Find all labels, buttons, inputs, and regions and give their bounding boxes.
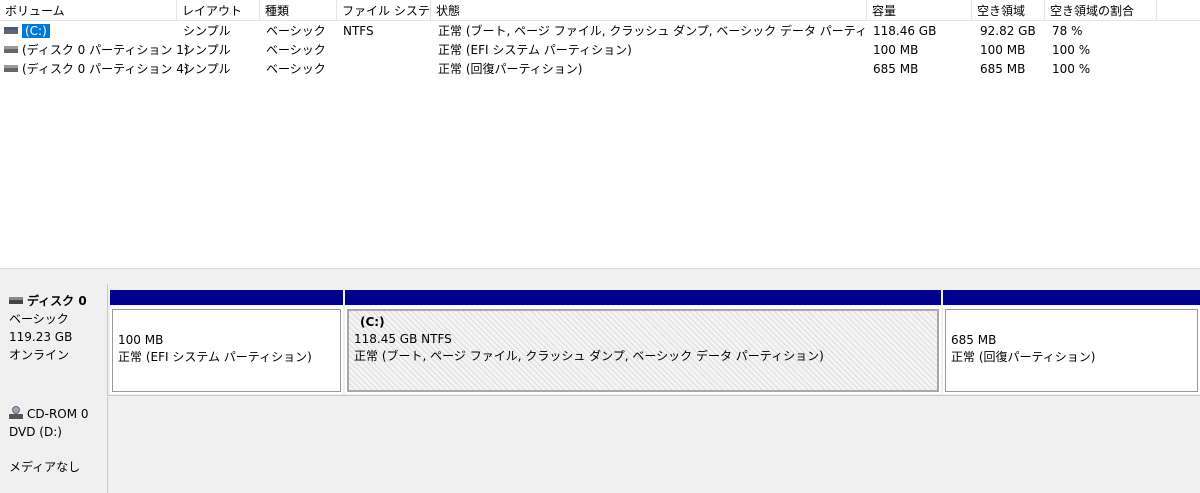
partition-body: (C:) 118.45 GB NTFS 正常 (ブート, ページ ファイル, ク… [347, 309, 939, 392]
partition-size: 100 MB [118, 333, 164, 347]
disk-0-size: 119.23 GB [9, 330, 73, 344]
volume-layout: シンプル [183, 24, 231, 38]
volume-icon [4, 27, 18, 34]
volume-free: 685 MB [980, 62, 1026, 76]
column-header-capacity[interactable]: 容量 [867, 0, 972, 21]
partition-size: 685 MB [951, 333, 997, 347]
column-header-type[interactable]: 種類 [260, 0, 337, 21]
partition-status: 正常 (回復パーティション) [951, 350, 1096, 364]
partition-recovery[interactable]: 685 MB 正常 (回復パーティション) [943, 290, 1200, 394]
volume-row[interactable]: (C:) シンプル ベーシック NTFS 正常 (ブート, ページ ファイル, … [0, 22, 1200, 41]
volume-list[interactable]: ボリューム レイアウト 種類 ファイル システム 状態 容量 空き領域 空き領域… [0, 0, 1200, 268]
volume-type: ベーシック [266, 43, 326, 57]
disk-graphical-view: ディスク 0 ベーシック 119.23 GB オンライン 100 MB 正常 (… [0, 284, 1200, 493]
disk-0-state: オンライン [9, 348, 70, 362]
partition-name: (C:) [360, 315, 385, 329]
volume-status: 正常 (EFI システム パーティション) [438, 43, 632, 57]
disk-0-label[interactable]: ディスク 0 ベーシック 119.23 GB オンライン [0, 284, 108, 396]
volume-icon [4, 65, 18, 72]
column-header-free[interactable]: 空き領域 [972, 0, 1045, 21]
volume-filesystem: NTFS [343, 24, 374, 38]
volume-status: 正常 (回復パーティション) [438, 62, 583, 76]
disk-0-type: ベーシック [9, 312, 69, 326]
volume-free-pct: 100 % [1052, 62, 1091, 76]
partition-body: 685 MB 正常 (回復パーティション) [945, 309, 1198, 392]
volume-type: ベーシック [266, 24, 326, 38]
partition-c[interactable]: (C:) 118.45 GB NTFS 正常 (ブート, ページ ファイル, ク… [345, 290, 941, 394]
volume-free-pct: 100 % [1052, 43, 1091, 57]
volume-type: ベーシック [266, 62, 326, 76]
cdrom-0-body [108, 397, 1200, 493]
volume-name: (C:) [22, 24, 50, 38]
cdrom-0-title: CD-ROM 0 [27, 407, 89, 421]
volume-row[interactable]: (ディスク 0 パーティション 1) シンプル ベーシック 正常 (EFI シス… [0, 41, 1200, 60]
cdrom-0-type: DVD (D:) [9, 425, 62, 439]
volume-row[interactable]: (ディスク 0 パーティション 4) シンプル ベーシック 正常 (回復パーティ… [0, 60, 1200, 79]
pane-splitter[interactable] [0, 268, 1200, 284]
volume-icon [4, 46, 18, 53]
volume-capacity: 100 MB [873, 43, 919, 57]
volume-capacity: 118.46 GB [873, 24, 937, 38]
cdrom-0-label[interactable]: CD-ROM 0 DVD (D:) メディアなし [0, 397, 108, 493]
column-header-status[interactable]: 状態 [431, 0, 867, 21]
volume-free: 100 MB [980, 43, 1026, 57]
disk-0-row: ディスク 0 ベーシック 119.23 GB オンライン 100 MB 正常 (… [0, 284, 1200, 396]
cdrom-icon [9, 406, 23, 420]
column-header-volume[interactable]: ボリューム [0, 0, 177, 21]
disk-0-title: ディスク 0 [27, 294, 87, 308]
column-header-filesystem[interactable]: ファイル システム [337, 0, 431, 21]
partition-stripe [943, 290, 1200, 305]
partition-status: 正常 (ブート, ページ ファイル, クラッシュ ダンプ, ベーシック データ … [354, 349, 824, 363]
volume-name: (ディスク 0 パーティション 4) [22, 62, 189, 76]
partition-status: 正常 (EFI システム パーティション) [118, 350, 312, 364]
partition-stripe [110, 290, 343, 305]
volume-free: 92.82 GB [980, 24, 1036, 38]
partition-size: 118.45 GB NTFS [354, 332, 452, 346]
column-header-layout[interactable]: レイアウト [177, 0, 260, 21]
partition-efi[interactable]: 100 MB 正常 (EFI システム パーティション) [110, 290, 343, 394]
volume-name: (ディスク 0 パーティション 1) [22, 43, 189, 57]
partition-body: 100 MB 正常 (EFI システム パーティション) [112, 309, 341, 392]
cdrom-0-row: CD-ROM 0 DVD (D:) メディアなし [0, 397, 1200, 493]
column-header-free-pct[interactable]: 空き領域の割合 [1045, 0, 1157, 21]
disk-icon [9, 297, 23, 304]
partition-stripe [345, 290, 941, 305]
volume-status: 正常 (ブート, ページ ファイル, クラッシュ ダンプ, ベーシック データ … [438, 24, 866, 38]
volume-free-pct: 78 % [1052, 24, 1083, 38]
volume-capacity: 685 MB [873, 62, 919, 76]
column-header-row: ボリューム レイアウト 種類 ファイル システム 状態 容量 空き領域 空き領域… [0, 0, 1200, 21]
volume-layout: シンプル [183, 43, 231, 57]
volume-layout: シンプル [183, 62, 231, 76]
cdrom-0-state: メディアなし [9, 460, 81, 474]
